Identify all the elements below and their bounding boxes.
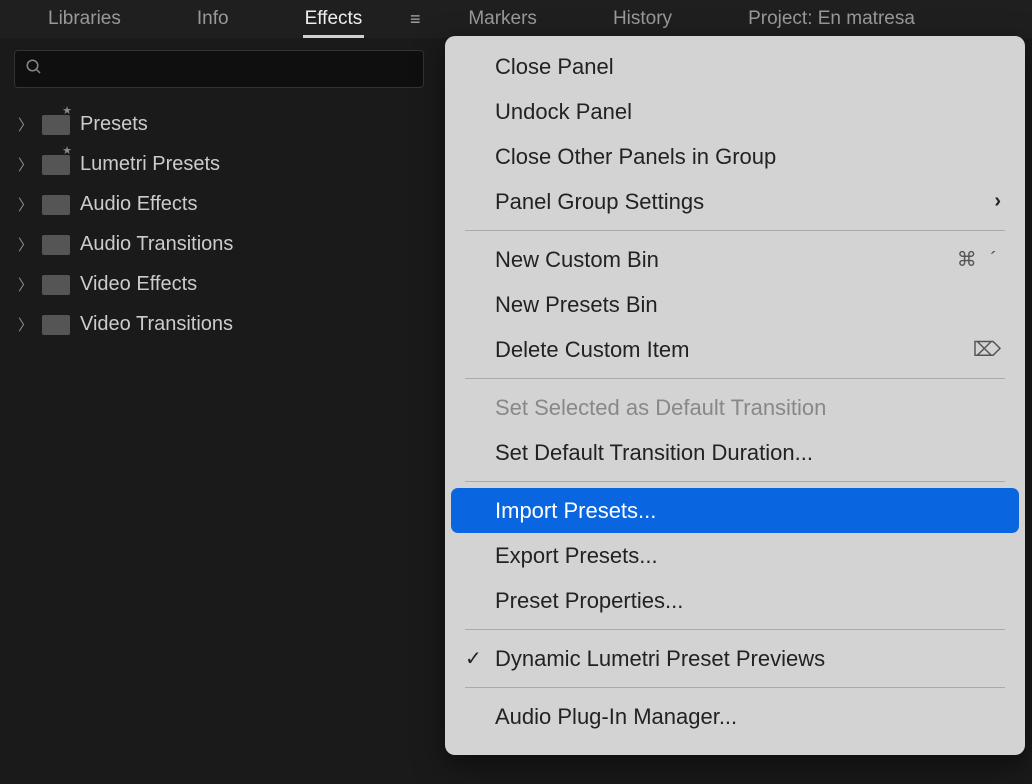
- folder-icon: [42, 235, 70, 255]
- panel-context-menu: Close Panel Undock Panel Close Other Pan…: [445, 36, 1025, 755]
- tree-item-label: Audio Transitions: [80, 233, 233, 256]
- menu-separator: [465, 481, 1005, 482]
- menu-separator: [465, 378, 1005, 379]
- menu-separator: [465, 230, 1005, 231]
- menu-set-default-transition: Set Selected as Default Transition: [451, 385, 1019, 430]
- menu-set-default-duration[interactable]: Set Default Transition Duration...: [451, 430, 1019, 475]
- search-input[interactable]: [51, 59, 413, 79]
- menu-dynamic-lumetri-previews[interactable]: ✓ Dynamic Lumetri Preset Previews: [451, 636, 1019, 681]
- check-icon: ✓: [465, 646, 482, 671]
- folder-icon: [42, 315, 70, 335]
- chevron-right-icon: 〉: [18, 234, 32, 255]
- search-icon: [25, 58, 43, 81]
- menu-new-presets-bin[interactable]: New Presets Bin: [451, 282, 1019, 327]
- folder-icon: [42, 115, 70, 135]
- tree-item-label: Presets: [80, 113, 148, 136]
- chevron-right-icon: 〉: [18, 274, 32, 295]
- shortcut-label: ⌘ ´: [957, 247, 1001, 272]
- tab-project[interactable]: Project: En matresa: [710, 0, 953, 38]
- menu-panel-group-settings[interactable]: Panel Group Settings ›: [451, 179, 1019, 224]
- hamburger-icon: ≡: [410, 9, 421, 30]
- folder-icon: [42, 155, 70, 175]
- menu-new-custom-bin[interactable]: New Custom Bin ⌘ ´: [451, 237, 1019, 282]
- menu-item-label: New Custom Bin: [495, 247, 659, 273]
- tree-item-label: Video Effects: [80, 273, 197, 296]
- menu-export-presets[interactable]: Export Presets...: [451, 533, 1019, 578]
- menu-undock-panel[interactable]: Undock Panel: [451, 89, 1019, 134]
- menu-import-presets[interactable]: Import Presets...: [451, 488, 1019, 533]
- menu-item-label: Dynamic Lumetri Preset Previews: [495, 646, 825, 672]
- panel-menu-button[interactable]: ≡: [400, 0, 430, 38]
- chevron-right-icon: 〉: [18, 194, 32, 215]
- folder-icon: [42, 195, 70, 215]
- menu-close-others[interactable]: Close Other Panels in Group: [451, 134, 1019, 179]
- menu-item-label: Panel Group Settings: [495, 189, 704, 215]
- chevron-right-icon: 〉: [18, 314, 32, 335]
- chevron-right-icon: ›: [994, 190, 1001, 213]
- tree-item-label: Audio Effects: [80, 193, 197, 216]
- tree-item-label: Lumetri Presets: [80, 153, 220, 176]
- tab-info[interactable]: Info: [159, 0, 267, 38]
- tab-libraries[interactable]: Libraries: [10, 0, 159, 38]
- menu-delete-custom-item[interactable]: Delete Custom Item ⌦: [451, 327, 1019, 372]
- tab-markers[interactable]: Markers: [430, 0, 575, 38]
- tab-effects[interactable]: Effects: [267, 0, 401, 38]
- chevron-right-icon: 〉: [18, 114, 32, 135]
- menu-preset-properties[interactable]: Preset Properties...: [451, 578, 1019, 623]
- folder-icon: [42, 275, 70, 295]
- delete-icon: ⌦: [973, 337, 1001, 362]
- menu-separator: [465, 687, 1005, 688]
- tree-item-label: Video Transitions: [80, 313, 233, 336]
- search-field[interactable]: [14, 50, 424, 88]
- chevron-right-icon: 〉: [18, 154, 32, 175]
- tab-history[interactable]: History: [575, 0, 710, 38]
- menu-close-panel[interactable]: Close Panel: [451, 44, 1019, 89]
- menu-audio-plugin-manager[interactable]: Audio Plug-In Manager...: [451, 694, 1019, 739]
- menu-item-label: Delete Custom Item: [495, 337, 689, 363]
- menu-separator: [465, 629, 1005, 630]
- tab-bar: Libraries Info Effects ≡ Markers History…: [0, 0, 1032, 38]
